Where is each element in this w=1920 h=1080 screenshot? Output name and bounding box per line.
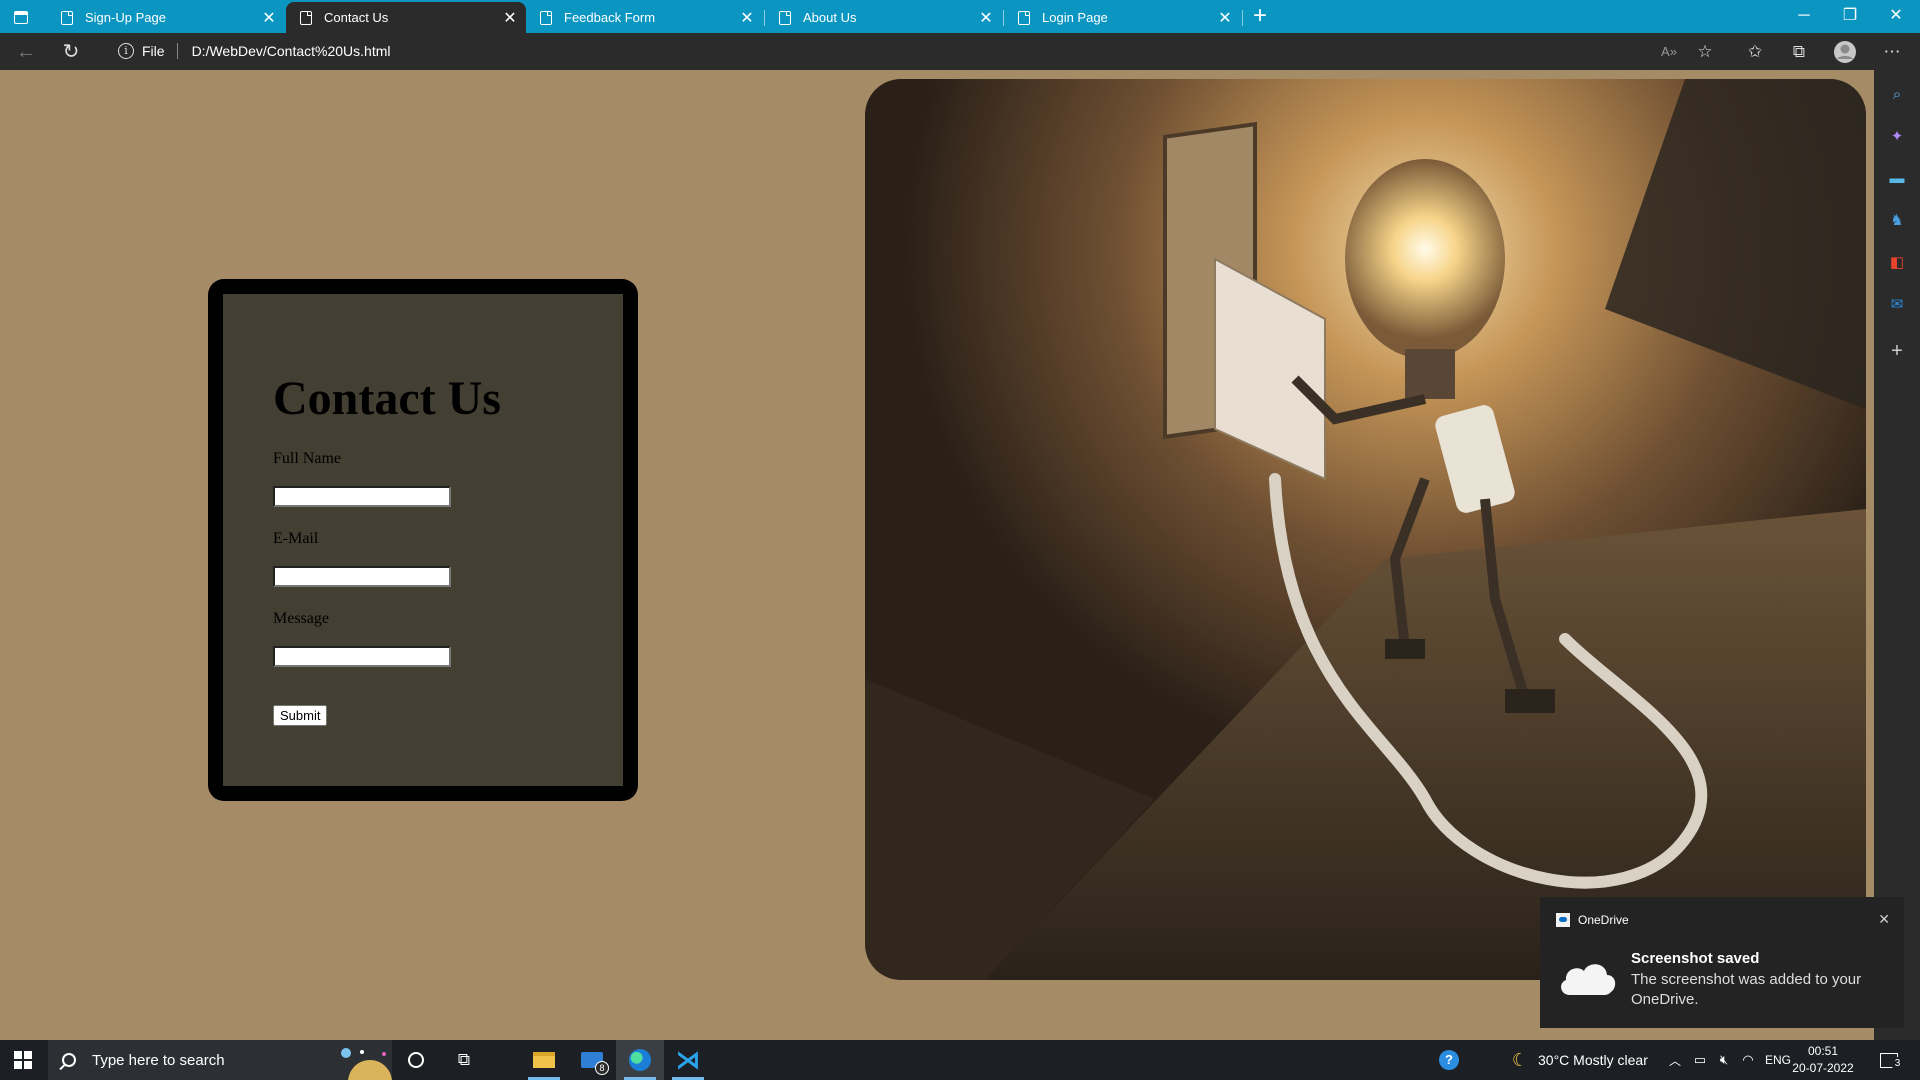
back-arrow-icon[interactable]: ← xyxy=(10,37,42,67)
email-input[interactable] xyxy=(273,566,451,587)
info-icon[interactable]: i xyxy=(118,43,134,59)
tab-sign-up-page[interactable]: Sign-Up Page ✕ xyxy=(47,2,285,33)
search-icon[interactable]: ⌕ xyxy=(1886,84,1908,106)
tab-actions-menu-icon[interactable] xyxy=(10,6,32,28)
message-input[interactable] xyxy=(273,646,451,667)
address-url[interactable]: D:/WebDev/Contact%20Us.html xyxy=(192,43,391,59)
volume-muted-icon[interactable]: 🔇︎ xyxy=(1714,1040,1734,1080)
address-divider xyxy=(176,43,178,59)
tab-divider xyxy=(1242,10,1243,26)
cloud-icon xyxy=(1561,964,1616,995)
page-icon xyxy=(779,10,791,25)
chevron-up-icon[interactable]: ︿ xyxy=(1666,1040,1684,1080)
search-highlight-illustration-icon xyxy=(341,1048,392,1080)
battery-icon[interactable]: ▭ xyxy=(1690,1040,1710,1080)
submit-button[interactable]: Submit xyxy=(273,705,328,726)
address-bar[interactable]: i File D:/WebDev/Contact%20Us.html xyxy=(104,35,1664,67)
task-view-icon[interactable]: ⧉ xyxy=(452,1040,476,1080)
games-icon[interactable]: ♞ xyxy=(1886,210,1908,232)
search-placeholder: Type here to search xyxy=(92,1051,225,1069)
read-aloud-icon[interactable]: A» xyxy=(1654,37,1684,67)
close-icon[interactable]: ✕ xyxy=(1878,911,1890,928)
restore-button[interactable]: ❐ xyxy=(1827,2,1873,30)
start-button[interactable] xyxy=(10,1040,36,1080)
page-icon xyxy=(300,10,312,25)
help-icon[interactable]: ? xyxy=(1436,1040,1462,1080)
profile-avatar[interactable] xyxy=(1830,37,1860,67)
favorites-icon[interactable]: ✩ xyxy=(1740,37,1770,67)
tab-about-us[interactable]: About Us ✕ xyxy=(765,2,1002,33)
wifi-icon[interactable]: ◠ xyxy=(1738,1040,1758,1080)
windows-logo-icon xyxy=(14,1051,32,1069)
add-favorite-icon[interactable]: ☆ xyxy=(1690,37,1720,67)
browser-toolbar: ← ↻ i File D:/WebDev/Contact%20Us.html A… xyxy=(0,33,1920,70)
page-title: Contact Us xyxy=(273,372,501,425)
weather-moon-icon: ☾ xyxy=(1511,1049,1529,1070)
clock-time: 00:51 xyxy=(1807,1044,1839,1058)
tab-feedback-form[interactable]: Feedback Form ✕ xyxy=(526,2,763,33)
new-tab-button[interactable]: + xyxy=(1246,4,1274,30)
weather-text[interactable]: 30°C Mostly clear xyxy=(1538,1040,1648,1080)
mail-icon[interactable]: 8 xyxy=(568,1040,616,1080)
email-label: E-Mail xyxy=(273,530,319,547)
toast-app-header: OneDrive xyxy=(1556,913,1629,927)
close-tab-icon[interactable]: ✕ xyxy=(500,8,520,28)
tab-label: Feedback Form xyxy=(564,10,656,25)
edge-sidebar: ⌕ ✦ ▬ ♞ ◧ ✉ + xyxy=(1874,70,1920,1040)
outlook-icon[interactable]: ✉ xyxy=(1886,294,1908,316)
tab-label: About Us xyxy=(803,10,857,25)
file-explorer-icon[interactable] xyxy=(520,1040,568,1080)
contact-form: Contact Us Full Name E-Mail Message Subm… xyxy=(223,294,623,786)
collections-icon[interactable]: ⧉ xyxy=(1784,37,1814,67)
toast-title: Screenshot saved xyxy=(1631,950,1760,967)
toast-body: The screenshot was added to your OneDriv… xyxy=(1631,971,1862,1008)
onedrive-icon xyxy=(1556,913,1570,927)
vscode-icon[interactable]: ⋊ xyxy=(664,1040,712,1080)
notification-center-icon[interactable]: 3 xyxy=(1874,1040,1904,1080)
more-options-icon[interactable]: ⋯ xyxy=(1877,37,1907,67)
notification-count: 3 xyxy=(1891,1057,1904,1070)
tab-contact-us[interactable]: Contact Us ✕ xyxy=(286,2,526,33)
close-tab-icon[interactable]: ✕ xyxy=(259,8,279,28)
contact-card: Contact Us Full Name E-Mail Message Subm… xyxy=(208,279,638,801)
page-icon xyxy=(61,10,73,25)
shopping-icon[interactable]: ▬ xyxy=(1886,168,1908,190)
taskbar-search-box[interactable]: Type here to search xyxy=(48,1040,392,1080)
minimize-button[interactable]: ─ xyxy=(1781,2,1827,30)
tab-label: Contact Us xyxy=(324,10,389,25)
tab-label: Sign-Up Page xyxy=(85,10,166,25)
add-sidebar-app-icon[interactable]: + xyxy=(1886,340,1908,362)
edge-taskbar-icon[interactable] xyxy=(616,1040,664,1080)
address-scheme: File xyxy=(142,43,165,59)
full-name-label: Full Name xyxy=(273,450,341,467)
language-indicator[interactable]: ENG xyxy=(1765,1040,1791,1080)
tab-label: Login Page xyxy=(1042,10,1108,25)
mail-badge: 8 xyxy=(595,1061,609,1075)
clock[interactable]: 00:51 20-07-2022 xyxy=(1790,1043,1856,1077)
close-window-button[interactable]: ✕ xyxy=(1873,2,1919,30)
close-tab-icon[interactable]: ✕ xyxy=(737,8,757,28)
full-name-input[interactable] xyxy=(273,486,451,507)
light-bulb-robot-image xyxy=(865,79,1866,980)
cortana-icon[interactable] xyxy=(404,1040,428,1080)
sparkle-icon[interactable]: ✦ xyxy=(1886,126,1908,148)
toast-app-name: OneDrive xyxy=(1578,913,1629,927)
tab-login-page[interactable]: Login Page ✕ xyxy=(1004,2,1241,33)
message-label: Message xyxy=(273,610,329,627)
search-icon xyxy=(62,1053,76,1067)
onedrive-notification[interactable]: OneDrive ✕ Screenshot saved The screensh… xyxy=(1540,897,1904,1028)
clock-date: 20-07-2022 xyxy=(1792,1061,1854,1075)
taskbar: Type here to search ⧉ 8 ⋊ ? ☾ 30°C Mostl… xyxy=(0,1040,1920,1080)
close-tab-icon[interactable]: ✕ xyxy=(1215,8,1235,28)
page-icon xyxy=(1018,10,1030,25)
close-tab-icon[interactable]: ✕ xyxy=(976,8,996,28)
refresh-icon[interactable]: ↻ xyxy=(55,37,87,67)
browser-title-bar: Sign-Up Page ✕ Contact Us ✕ Feedback For… xyxy=(0,0,1920,33)
office-icon[interactable]: ◧ xyxy=(1886,252,1908,274)
page-icon xyxy=(540,10,552,25)
